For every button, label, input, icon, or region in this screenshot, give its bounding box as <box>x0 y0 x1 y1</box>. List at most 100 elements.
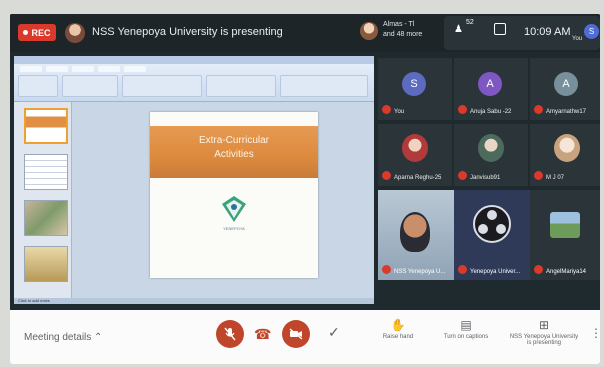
avatar <box>550 212 580 238</box>
participant-tile[interactable]: S You <box>378 58 452 120</box>
slide-title-line1: Extra-Curricular <box>198 135 269 146</box>
chevron-up-icon: ⌃ <box>94 332 103 343</box>
avatar: S <box>402 72 426 96</box>
participant-tile[interactable]: Aparna Reghu-25 <box>378 124 452 186</box>
ribbon-group <box>206 75 276 97</box>
checkmark-icon[interactable]: ✓ <box>328 324 340 341</box>
mic-muted-icon <box>382 265 391 274</box>
mic-muted-icon <box>382 171 391 180</box>
slide-title-line2: Activities <box>214 149 254 160</box>
self-avatar[interactable]: S <box>584 24 599 39</box>
hand-icon: ✋ <box>390 318 406 332</box>
notes-bar: Click to add notes <box>14 298 374 304</box>
ribbon-tab <box>20 66 42 72</box>
obs-logo-icon <box>473 205 511 243</box>
top-right-panel: ♟ 52 10:09 AM You S <box>444 16 600 50</box>
meet-window: REC NSS Yenepoya University is presentin… <box>10 14 600 364</box>
slide-thumbnail <box>24 154 68 190</box>
captions-icon: ▤ <box>460 318 472 332</box>
ribbon-group <box>62 75 118 97</box>
bottom-control-bar: Meeting details ⌃ ☎ ✓ ✋ Raise hand ▤ Tur… <box>10 310 600 364</box>
participant-avatar <box>360 22 378 40</box>
university-logo <box>222 196 246 222</box>
ribbon-tab <box>72 66 94 72</box>
ribbon-group <box>122 75 202 97</box>
present-screen-icon: ⊞ <box>538 318 550 332</box>
slide-editor: Extra-Curricular Activities YENEPOYA <box>72 102 374 298</box>
avatar <box>554 134 580 162</box>
mic-muted-icon <box>458 105 467 114</box>
current-slide: Extra-Curricular Activities YENEPOYA <box>150 112 318 278</box>
participant-name: AngelMariya14 <box>546 269 587 275</box>
ribbon-group <box>18 75 58 97</box>
hang-up-button[interactable]: ☎ <box>254 326 271 343</box>
participant-name: Anuja Sabu -22 <box>470 109 512 115</box>
mic-muted-icon <box>534 265 543 274</box>
meeting-details-button[interactable]: Meeting details ⌃ <box>24 332 102 343</box>
more-options-icon[interactable]: ⋮ <box>590 326 600 340</box>
mic-muted-icon <box>534 171 543 180</box>
slide-thumbnail <box>24 108 68 144</box>
mic-muted-icon <box>534 105 543 114</box>
participant-name: You <box>394 109 405 115</box>
captions-label: Turn on captions <box>443 334 489 340</box>
presenter-avatar <box>65 23 85 43</box>
clock: 10:09 AM <box>524 26 571 38</box>
participant-tile[interactable]: M J 07 <box>530 124 600 186</box>
avatar <box>402 134 428 162</box>
participant-tile[interactable]: A Anuja Sabu -22 <box>454 58 528 120</box>
presenting-button[interactable]: ⊞ NSS Yenepoya University is presenting <box>504 318 584 346</box>
avatar: A <box>554 72 578 96</box>
participant-name: NSS Yenepoya U... <box>394 269 446 275</box>
participant-name: Amyarnathw17 <box>546 109 587 115</box>
rec-label: REC <box>31 27 51 38</box>
presenting-label: NSS Yenepoya University is presenting <box>92 26 283 38</box>
ribbon-tab <box>46 66 68 72</box>
mic-muted-icon <box>458 265 467 274</box>
participant-tile[interactable]: AngelMariya14 <box>530 190 600 280</box>
participant-tile[interactable]: A Amyarnathw17 <box>530 58 600 120</box>
mic-off-icon <box>224 327 236 341</box>
participant-name: Yenepoya Univer... <box>470 269 521 275</box>
participant-name: M J 07 <box>546 175 565 181</box>
avatar: A <box>478 72 502 96</box>
slide-thumbnails <box>14 102 72 298</box>
participants-summary[interactable]: Almas - Tl and 48 more <box>383 20 443 40</box>
slide-thumbnail <box>24 246 68 282</box>
powerpoint-ribbon <box>14 56 374 102</box>
participant-video-tile[interactable]: NSS Yenepoya U... <box>378 190 454 280</box>
participant-name: Janvisub91 <box>470 175 501 181</box>
record-dot-icon <box>23 30 29 35</box>
camera-toggle-button[interactable] <box>282 320 310 348</box>
mic-muted-icon <box>382 105 391 114</box>
participant-video-tile[interactable]: Yenepoya Univer... <box>454 190 530 280</box>
recording-badge: REC <box>18 24 56 41</box>
participant-tile[interactable]: Janvisub91 <box>454 124 528 186</box>
ribbon-group <box>280 75 368 97</box>
avatar <box>478 134 504 162</box>
meeting-details-label: Meeting details <box>24 332 92 343</box>
people-icon[interactable]: ♟ <box>454 24 463 35</box>
logo-caption: YENEPOYA <box>223 226 245 231</box>
participants-line2: and 48 more <box>383 31 423 38</box>
ribbon-tab <box>124 66 146 72</box>
people-count: 52 <box>466 19 474 26</box>
top-bar: REC NSS Yenepoya University is presentin… <box>10 14 600 52</box>
raise-hand-label: Raise hand <box>382 334 414 340</box>
participant-name: Aparna Reghu-25 <box>394 175 442 181</box>
presenting-line2: is presenting <box>526 340 562 346</box>
shared-screen: Extra-Curricular Activities YENEPOYA Cli… <box>14 56 374 304</box>
video-person <box>400 212 430 252</box>
captions-button[interactable]: ▤ Turn on captions <box>438 318 494 340</box>
participants-line1: Almas - Tl <box>383 21 415 28</box>
raise-hand-button[interactable]: ✋ Raise hand <box>378 318 418 340</box>
slide-thumbnail <box>24 200 68 236</box>
microphone-toggle-button[interactable] <box>216 320 244 348</box>
window-title-strip <box>14 56 374 64</box>
self-label: You <box>572 36 583 42</box>
mic-muted-icon <box>458 171 467 180</box>
slide-title: Extra-Curricular Activities <box>150 134 318 162</box>
camera-off-icon <box>289 328 303 340</box>
chat-icon[interactable] <box>494 23 506 35</box>
ribbon-tab <box>98 66 120 72</box>
